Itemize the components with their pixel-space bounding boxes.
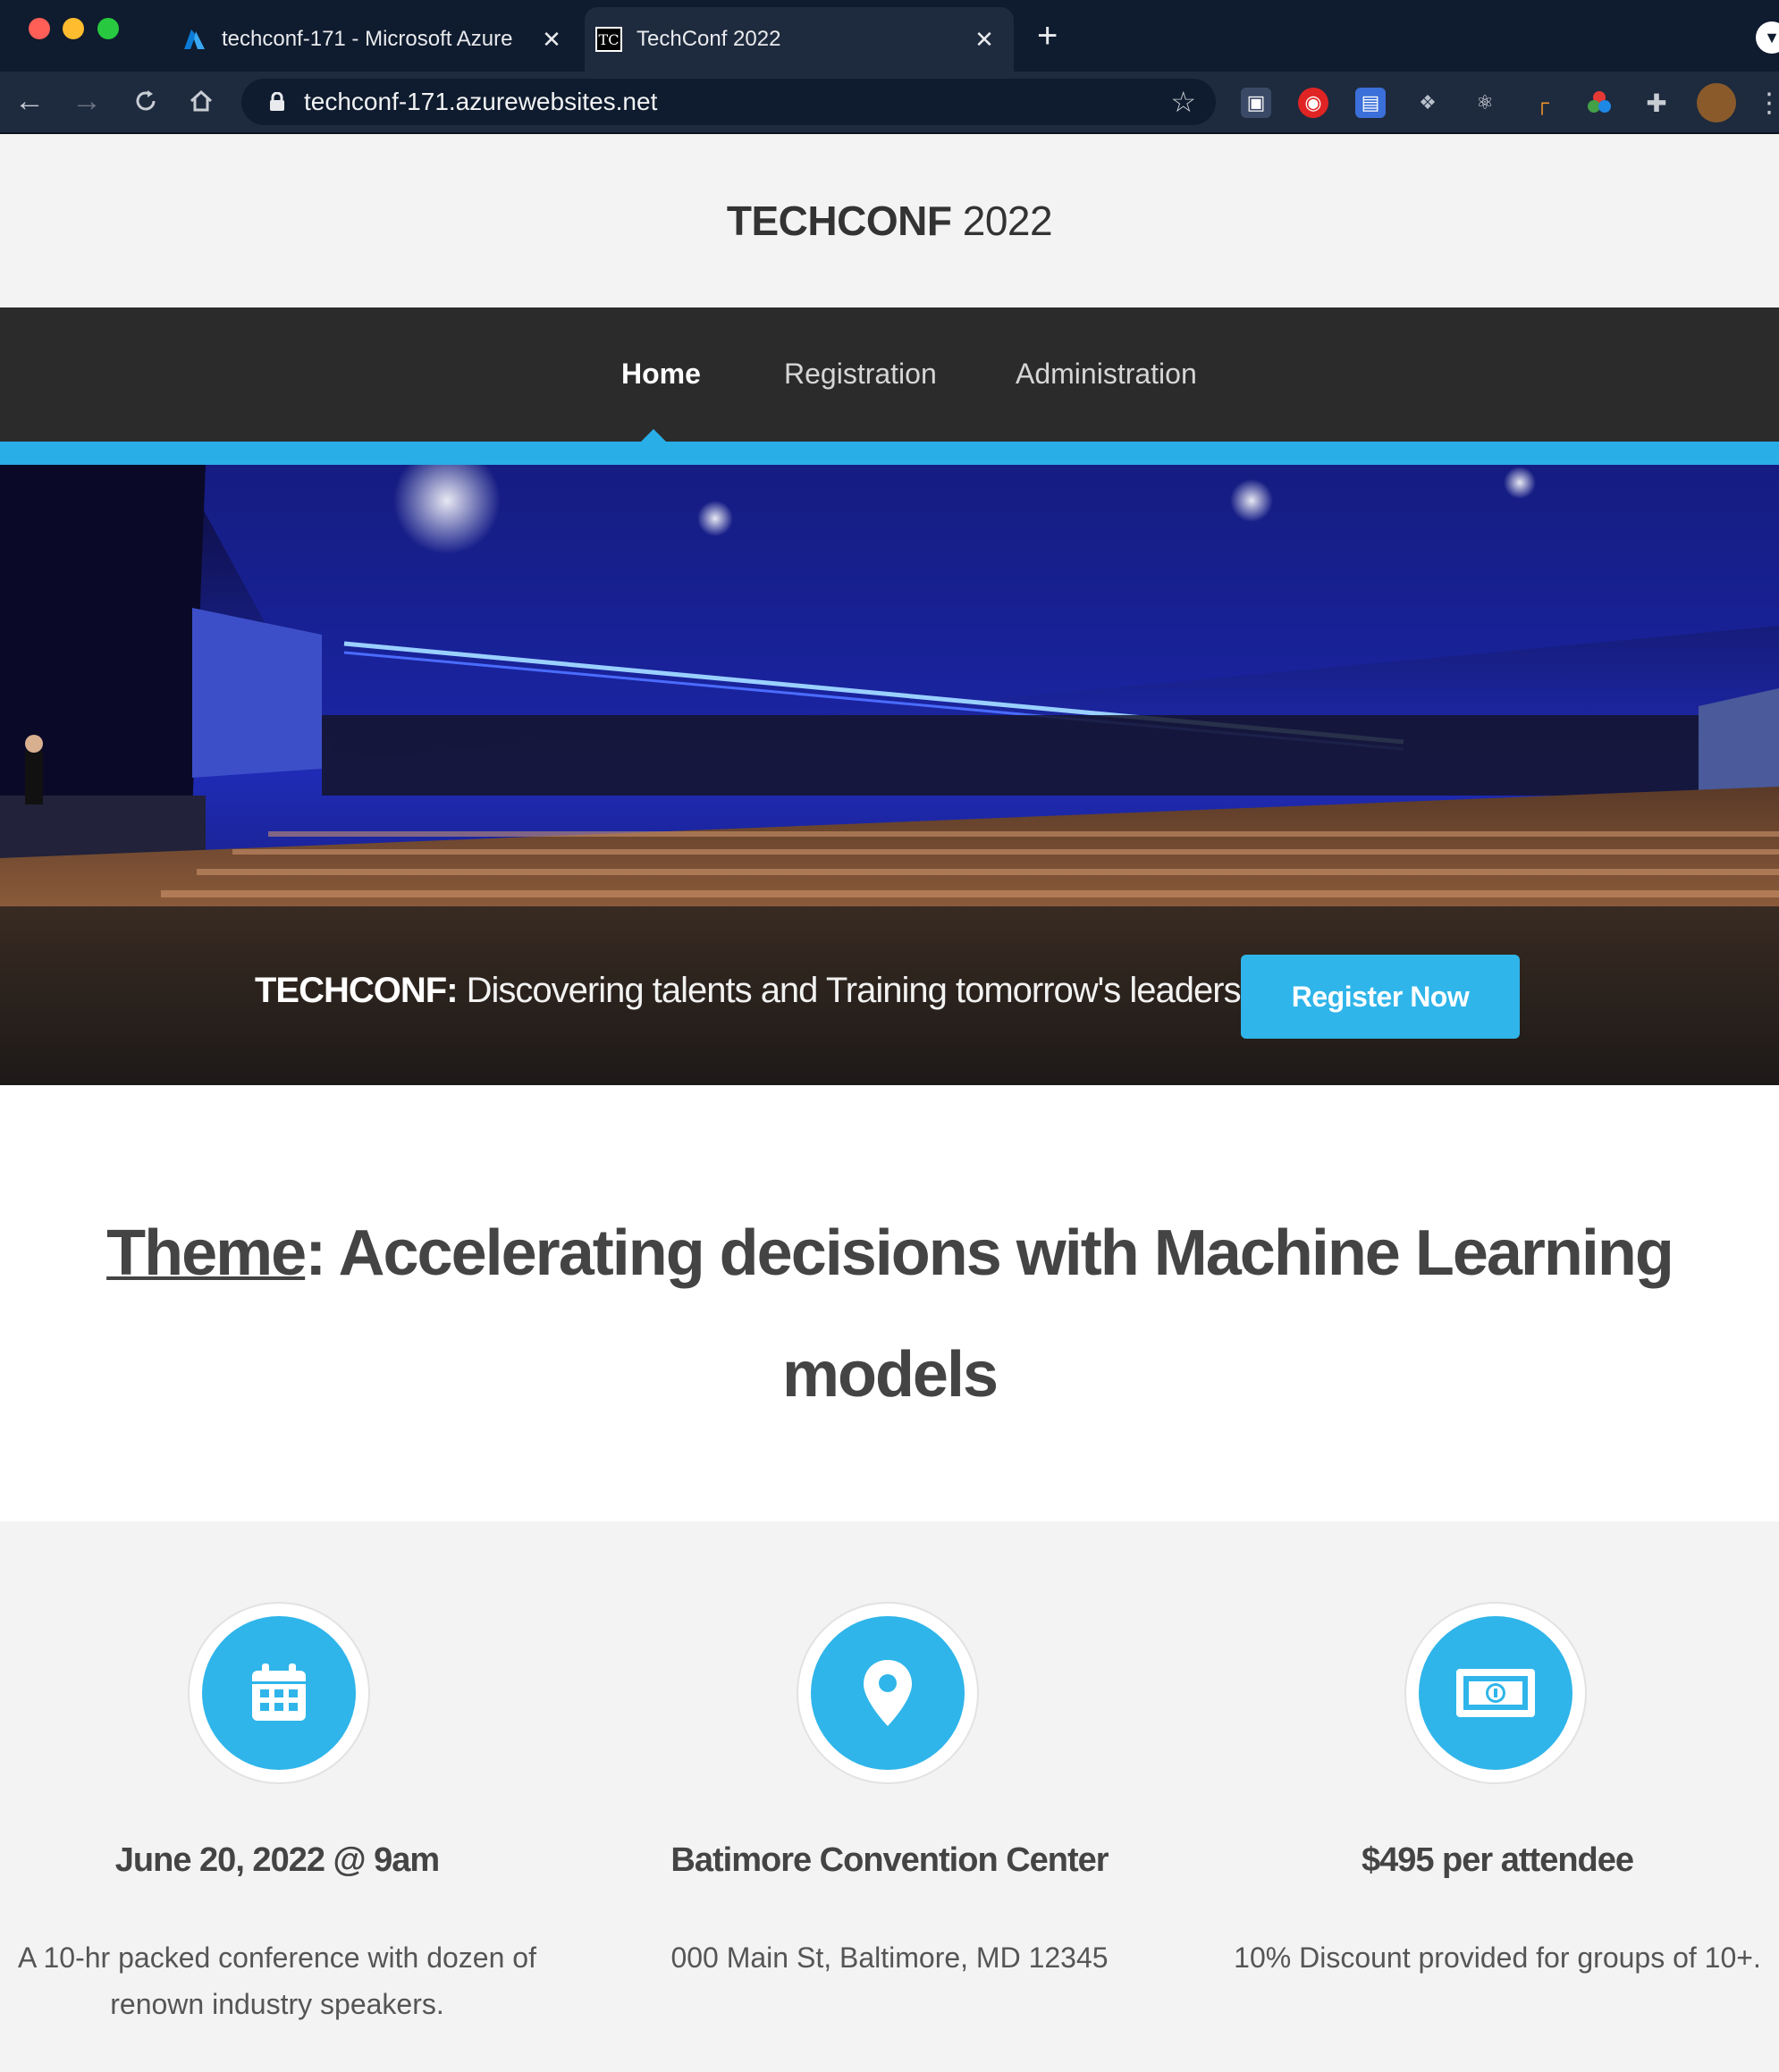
tab-search-icon[interactable]: ▼ [1756,21,1779,54]
feature-text: 000 Main St, Baltimore, MD 12345 [670,1941,1109,1974]
color-picker-icon[interactable] [1584,88,1615,118]
close-window-button[interactable] [29,18,50,39]
money-icon [1419,1616,1572,1770]
browser-tab-bar: techconf-171 - Microsoft Azure ✕ TC Tech… [0,0,1779,72]
extension-1-icon[interactable]: ▣ [1241,88,1271,118]
feature-text: A 10-hr packed conference with dozen of … [18,1941,536,2020]
forward-icon[interactable]: → [64,79,109,123]
back-icon[interactable]: ← [7,79,52,123]
main-nav: Home Registration Administration [0,307,1779,442]
feature-heading: $495 per attendee [1361,1841,1634,1879]
nav-registration[interactable]: Registration [784,358,937,391]
theme-label: Theme [106,1217,307,1289]
lock-icon [266,91,288,113]
tagline-text: Discovering talents and Training tomorro… [457,971,1242,1010]
feature-heading: June 20, 2022 @ 9am [114,1841,440,1879]
theme-text: : Accelerating decisions with Machine Le… [305,1217,1674,1411]
theme-section: Theme: Accelerating decisions with Machi… [0,1085,1779,1521]
tab-techconf[interactable]: TC TechConf 2022 ✕ [585,7,1014,72]
calendar-icon [202,1616,356,1770]
azure-icon [181,26,207,53]
browser-menu-icon[interactable]: ⋮ [1754,88,1779,118]
floppy-disk-icon[interactable]: ▤ [1355,88,1386,118]
url-text: techconf-171.azurewebsites.net [304,88,658,115]
tab-title: techconf-171 - Microsoft Azure [222,27,513,51]
register-now-button[interactable]: Register Now [1241,955,1520,1039]
extension-2-icon[interactable]: ◉ [1298,88,1328,118]
extension-6-icon[interactable]: ┌ [1527,88,1557,118]
home-icon[interactable] [179,79,223,123]
nav-administration[interactable]: Administration [1016,358,1197,391]
logo-bold: TECHCONF [726,198,952,244]
hero-banner: TECHCONF: Discovering talents and Traini… [0,465,1779,1085]
profile-avatar[interactable] [1697,83,1736,122]
close-tab-icon[interactable]: ✕ [538,26,565,53]
bookmark-star-icon[interactable]: ☆ [1170,85,1196,119]
site-header: TECHCONF 2022 [0,134,1779,307]
browser-toolbar: ← → techconf-171.azurewebsites.net ☆ ▣ ◉… [0,72,1779,134]
tagline-brand: TECHCONF: [255,971,459,1010]
favicon-text: TC [595,27,622,52]
theme-heading: Theme: Accelerating decisions with Machi… [89,1192,1690,1436]
tab-azure[interactable]: techconf-171 - Microsoft Azure ✕ [170,7,581,72]
nav-home[interactable]: Home [621,358,701,391]
hero-tagline: TECHCONF: Discovering talents and Traini… [255,971,1242,1011]
tab-title: TechConf 2022 [637,27,781,51]
features-section: June 20, 2022 @ 9am A 10-hr packed confe… [0,1521,1779,2072]
address-bar[interactable]: techconf-171.azurewebsites.net ☆ [241,79,1216,125]
extensions-puzzle-icon[interactable]: ✚ [1641,88,1672,118]
accent-bar [0,442,1779,465]
new-tab-icon[interactable]: + [1037,16,1058,55]
feature-icon-ring [797,1602,979,1784]
minimize-window-button[interactable] [63,18,84,39]
feature-text: 10% Discount provided for groups of 10+. [1234,1941,1761,1974]
feature-icon-ring [188,1602,370,1784]
location-pin-icon [811,1616,965,1770]
feature-heading: Batimore Convention Center [670,1841,1109,1879]
feature-icon-ring [1404,1602,1587,1784]
logo-year: 2022 [951,198,1053,244]
reload-icon[interactable] [123,79,168,123]
maximize-window-button[interactable] [97,18,119,39]
close-tab-icon[interactable]: ✕ [971,26,998,53]
site-logo[interactable]: TECHCONF 2022 [726,197,1053,245]
dropbox-icon[interactable]: ❖ [1412,88,1443,118]
tc-icon: TC [595,26,622,53]
react-devtools-icon[interactable]: ⚛ [1470,88,1500,118]
